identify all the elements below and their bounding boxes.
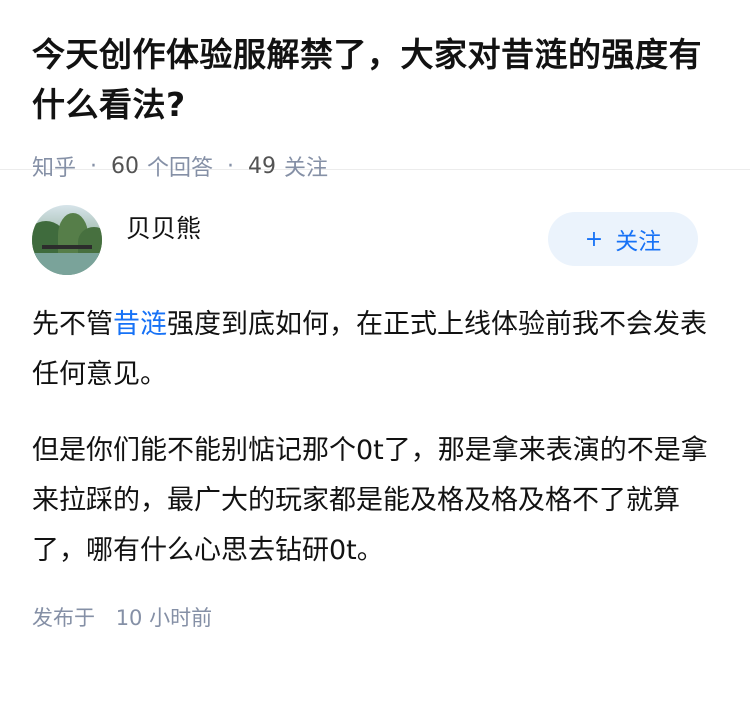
meta-separator: · <box>227 153 235 179</box>
author-row: 贝贝熊 + 关注 <box>32 204 718 276</box>
answer-card: 贝贝熊 + 关注 先不管昔涟强度到底如何，在正式上线体验前我不会发表任何意见。 … <box>0 204 750 632</box>
published-time: 10 小时前 <box>115 606 213 630</box>
answer-count-label: 个回答 <box>147 156 214 181</box>
question-title[interactable]: 今天创作体验服解禁了，大家对昔涟的强度有什么看法? <box>32 30 718 130</box>
paragraph-text: 先不管 <box>32 309 113 340</box>
avatar[interactable] <box>32 205 102 275</box>
answer-paragraph: 但是你们能不能别惦记那个0t了，那是拿来表演的不是拿来拉踩的，最广大的玩家都是能… <box>32 435 708 566</box>
plus-icon: + <box>584 226 604 252</box>
topic-link[interactable]: 昔涟 <box>113 309 167 340</box>
meta-separator: · <box>90 153 98 179</box>
question-header: 今天创作体验服解禁了，大家对昔涟的强度有什么看法? 知乎 · 60 个回答 · … <box>0 0 750 181</box>
published-label: 发布于 <box>32 606 95 630</box>
follower-count: 49 <box>248 153 277 179</box>
author-name[interactable]: 贝贝熊 <box>126 209 201 245</box>
answer-paragraph: 先不管昔涟强度到底如何，在正式上线体验前我不会发表任何意见。 <box>32 300 718 400</box>
answer-content: 先不管昔涟强度到底如何，在正式上线体验前我不会发表任何意见。 但是你们能不能别惦… <box>32 300 718 576</box>
source-label[interactable]: 知乎 <box>32 150 76 182</box>
follower-count-label: 关注 <box>284 156 329 181</box>
answer-count: 60 <box>111 153 140 179</box>
follow-button-label: 关注 <box>615 229 662 255</box>
publish-time: 发布于 10 小时前 <box>32 602 718 632</box>
question-meta: 知乎 · 60 个回答 · 49 关注 <box>32 150 718 182</box>
follow-button[interactable]: + 关注 <box>548 212 698 266</box>
